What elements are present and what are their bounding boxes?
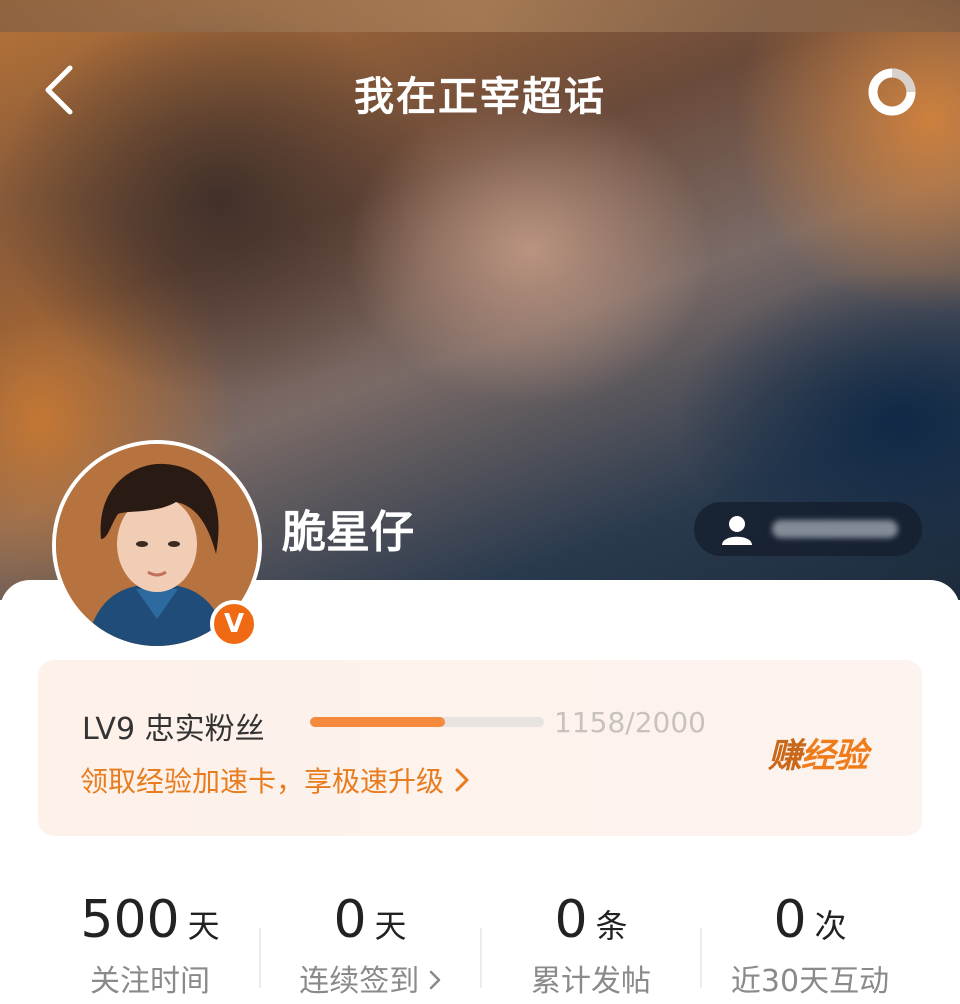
earn-exp-text-b: 经验 (801, 736, 868, 776)
stat-label: 近30天互动 (730, 964, 890, 999)
stat-unit: 次 (814, 907, 847, 945)
stat-interactions-30d: 0次 近30天互动 (700, 890, 920, 1000)
earn-exp-text-a: 赚 (768, 736, 802, 776)
username: 脆星仔 (282, 507, 414, 558)
level-progress-fill (310, 717, 446, 727)
stat-value: 0 (333, 890, 367, 950)
stat-follow-days: 500 天 关注时间 (40, 890, 260, 1000)
status-bar (0, 0, 960, 32)
refresh-button[interactable] (862, 64, 922, 120)
stat-unit: 天 (187, 907, 220, 945)
earn-exp-button[interactable]: 赚经验 (768, 728, 868, 777)
page-title: 我在正宰超话 (354, 74, 606, 120)
stat-label-link[interactable]: 连续签到 (260, 956, 480, 1000)
stat-total-posts: 0条 累计发帖 (481, 890, 701, 1000)
boost-card-text: 领取经验加速卡，享极速升级 (80, 765, 445, 798)
stat-value: 500 (80, 890, 180, 950)
stat-value: 0 (554, 890, 588, 950)
verified-badge: V (210, 600, 258, 648)
fans-pill-button[interactable] (694, 502, 922, 556)
boost-card-link[interactable]: 领取经验加速卡，享极速升级 (80, 760, 470, 800)
stat-checkin-streak[interactable]: 0天 连续签到 (260, 890, 480, 1000)
chevron-right-icon (429, 970, 441, 990)
level-progress-bar (310, 717, 544, 727)
blurred-count (772, 520, 898, 538)
refresh-ring-icon (868, 68, 916, 116)
level-progress-text: 1158/2000 (554, 706, 706, 739)
stat-label: 连续签到 (299, 964, 420, 999)
stat-unit: 天 (374, 907, 407, 945)
stat-unit: 条 (595, 907, 628, 945)
chevron-right-icon (455, 768, 469, 792)
level-panel: LV9 忠实粉丝 1158/2000 领取经验加速卡，享极速升级 赚经验 (38, 660, 922, 836)
level-label: LV9 忠实粉丝 (82, 712, 265, 747)
user-icon (722, 516, 752, 545)
stat-label: 累计发帖 (531, 964, 651, 999)
stat-value: 0 (773, 890, 807, 950)
stat-label: 关注时间 (90, 964, 210, 999)
